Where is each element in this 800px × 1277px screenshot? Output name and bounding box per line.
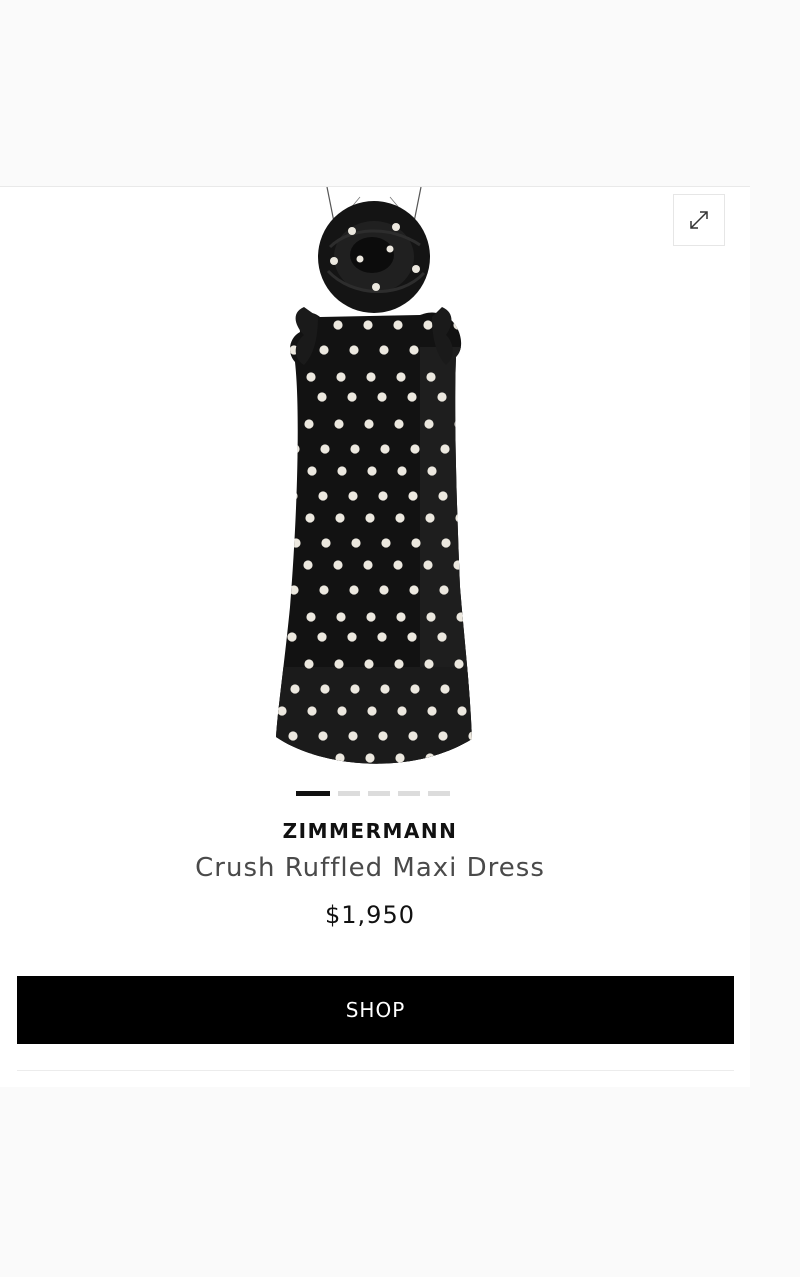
- product-card: ZIMMERMANN Crush Ruffled Maxi Dress $1,9…: [0, 186, 750, 1087]
- pagination-dot-3[interactable]: [368, 791, 390, 796]
- product-title: Crush Ruffled Maxi Dress: [195, 853, 545, 883]
- product-image[interactable]: [260, 187, 490, 782]
- product-brand: ZIMMERMANN: [282, 819, 458, 843]
- shop-button[interactable]: SHOP: [17, 976, 734, 1044]
- pagination-dot-2[interactable]: [338, 791, 360, 796]
- pagination-dot-4[interactable]: [398, 791, 420, 796]
- divider: [17, 1070, 734, 1071]
- pagination-dot-5[interactable]: [428, 791, 450, 796]
- product-price: $1,950: [325, 901, 415, 929]
- expand-icon: [690, 211, 708, 229]
- pagination-dot-1[interactable]: [296, 791, 330, 796]
- expand-image-button[interactable]: [673, 194, 725, 246]
- image-pagination: [296, 791, 450, 796]
